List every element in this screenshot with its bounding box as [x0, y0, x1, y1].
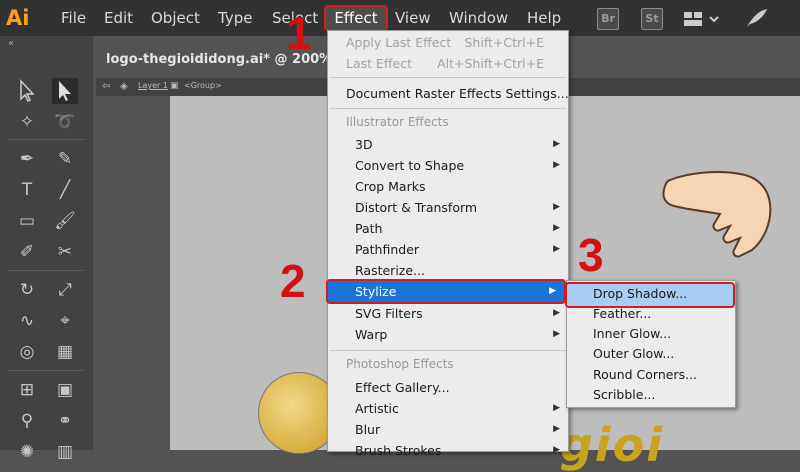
rotate-tool-icon[interactable]: ↻ — [14, 277, 40, 303]
curvature-tool-icon[interactable]: ✎ — [52, 146, 78, 172]
menu-item-path[interactable]: Path ▶ — [328, 218, 568, 239]
blend-tool-icon[interactable]: ⚭ — [52, 408, 78, 434]
lasso-tool-icon[interactable]: ➰ — [52, 109, 78, 135]
menu-item-3d[interactable]: 3D ▶ — [328, 134, 568, 155]
menu-item-stylize[interactable]: Stylize ▶ — [326, 279, 566, 304]
submenu-arrow-icon: ▶ — [553, 223, 560, 233]
submenu-arrow-icon: ▶ — [553, 244, 560, 254]
menu-edit[interactable]: Edit — [104, 7, 133, 29]
menu-item-document-raster-effects[interactable]: Document Raster Effects Settings... — [328, 83, 569, 104]
menu-item-apply-last-effect[interactable]: Apply Last Effect Shift+Ctrl+E — [328, 32, 568, 53]
submenu-item-round-corners[interactable]: Round Corners... — [567, 365, 735, 385]
submenu-item-scribble[interactable]: Scribble... — [567, 385, 735, 405]
menu-item-brush-strokes[interactable]: Brush Strokes ▶ — [328, 440, 568, 461]
menu-item-rasterize[interactable]: Rasterize... — [328, 260, 568, 281]
menu-item-blur[interactable]: Blur ▶ — [328, 419, 568, 440]
free-transform-tool-icon[interactable]: ⌖ — [52, 308, 78, 334]
feather-icon[interactable] — [744, 6, 770, 30]
step-1-annotation: 1 — [286, 7, 312, 59]
menu-item-effect-gallery[interactable]: Effect Gallery... — [328, 377, 568, 398]
pointing-hand-icon — [640, 160, 780, 270]
menu-item-artistic[interactable]: Artistic ▶ — [328, 398, 568, 419]
submenu-item-outer-glow[interactable]: Outer Glow... — [567, 344, 735, 364]
menu-divider — [330, 108, 566, 109]
stylize-submenu: Drop Shadow... Feather... Inner Glow... … — [565, 280, 736, 408]
illustrator-effects-header: Illustrator Effects — [346, 115, 449, 129]
step-2-annotation: 2 — [280, 255, 306, 307]
tool-divider — [8, 270, 84, 271]
menu-item-convert-to-shape[interactable]: Convert to Shape ▶ — [328, 155, 568, 176]
workspace-switcher-icon[interactable] — [683, 10, 723, 28]
menu-effect[interactable]: Effect — [324, 5, 388, 31]
type-tool-icon[interactable]: T — [14, 177, 40, 203]
submenu-arrow-icon: ▶ — [553, 308, 560, 318]
tool-divider — [8, 370, 84, 371]
submenu-arrow-icon: ▶ — [553, 403, 560, 413]
menu-item-warp[interactable]: Warp ▶ — [328, 324, 568, 345]
menu-item-pathfinder[interactable]: Pathfinder ▶ — [328, 239, 568, 260]
tool-divider — [8, 139, 84, 140]
back-arrow-icon[interactable]: ⇦ — [102, 81, 110, 92]
stock-icon[interactable]: St — [641, 8, 663, 30]
photoshop-effects-header: Photoshop Effects — [346, 357, 454, 371]
breadcrumb-group[interactable]: <Group> — [184, 81, 222, 90]
paintbrush-tool-icon[interactable]: 🖌 — [52, 208, 78, 234]
logo-artwork-text[interactable]: gioi — [560, 418, 664, 472]
menu-object[interactable]: Object — [151, 7, 200, 29]
tools-panel: « ✧ ➰ ✒ ✎ T ╱ ▭ 🖌 ✐ ✂ ↻ ⤢ ∿ ⌖ ◎ ▦ ⊞ ▣ ⚲ … — [0, 36, 93, 462]
scale-tool-icon[interactable]: ⤢ — [52, 277, 78, 303]
collapse-panel-icon[interactable]: « — [8, 38, 14, 49]
mesh-tool-icon[interactable]: ⊞ — [14, 377, 40, 403]
pen-tool-icon[interactable]: ✒ — [14, 146, 40, 172]
breadcrumb-layer[interactable]: Layer 1 — [138, 81, 168, 90]
step-3-annotation: 3 — [578, 229, 604, 281]
submenu-arrow-icon: ▶ — [553, 445, 560, 455]
submenu-arrow-icon: ▶ — [553, 160, 560, 170]
menu-type[interactable]: Type — [218, 7, 252, 29]
gradient-tool-icon[interactable]: ▣ — [52, 377, 78, 403]
direct-selection-tool-icon[interactable] — [52, 78, 78, 104]
warp-tool-icon[interactable]: ∿ — [14, 308, 40, 334]
layers-icon: ◈ — [120, 81, 128, 92]
menu-view[interactable]: View — [395, 7, 431, 29]
rectangle-tool-icon[interactable]: ▭ — [14, 208, 40, 234]
menu-help[interactable]: Help — [527, 7, 561, 29]
menu-window[interactable]: Window — [449, 7, 508, 29]
bridge-icon[interactable]: Br — [597, 8, 619, 30]
submenu-arrow-icon: ▶ — [553, 329, 560, 339]
perspective-grid-tool-icon[interactable]: ▦ — [52, 339, 78, 365]
submenu-arrow-icon: ▶ — [553, 139, 560, 149]
illustrator-logo: Ai — [6, 6, 30, 30]
menu-item-crop-marks[interactable]: Crop Marks — [328, 176, 568, 197]
menu-divider — [330, 350, 566, 351]
submenu-arrow-icon: ▶ — [553, 424, 560, 434]
submenu-arrow-icon: ▶ — [553, 202, 560, 212]
graph-tool-icon[interactable]: ▥ — [52, 439, 78, 465]
shaper-tool-icon[interactable]: ✐ — [14, 239, 40, 265]
menu-item-svg-filters[interactable]: SVG Filters ▶ — [328, 303, 568, 324]
eyedropper-tool-icon[interactable]: ⚲ — [14, 408, 40, 434]
menu-file[interactable]: File — [61, 7, 86, 29]
shape-builder-tool-icon[interactable]: ◎ — [14, 339, 40, 365]
line-tool-icon[interactable]: ╱ — [52, 177, 78, 203]
scissors-tool-icon[interactable]: ✂ — [52, 239, 78, 265]
submenu-item-feather[interactable]: Feather... — [567, 304, 735, 324]
menu-divider — [330, 77, 566, 78]
symbol-sprayer-tool-icon[interactable]: ✺ — [14, 439, 40, 465]
menu-item-distort-transform[interactable]: Distort & Transform ▶ — [328, 197, 568, 218]
document-title: logo-thegioididong.ai* @ 200% (C — [106, 52, 353, 67]
submenu-item-inner-glow[interactable]: Inner Glow... — [567, 324, 735, 344]
group-icon: ▣ — [170, 81, 179, 91]
submenu-arrow-icon: ▶ — [549, 286, 556, 296]
magic-wand-tool-icon[interactable]: ✧ — [14, 109, 40, 135]
menu-item-last-effect[interactable]: Last Effect Alt+Shift+Ctrl+E — [328, 53, 568, 74]
effect-menu-dropdown: Apply Last Effect Shift+Ctrl+E Last Effe… — [326, 30, 569, 458]
selection-tool-icon[interactable] — [14, 78, 40, 104]
